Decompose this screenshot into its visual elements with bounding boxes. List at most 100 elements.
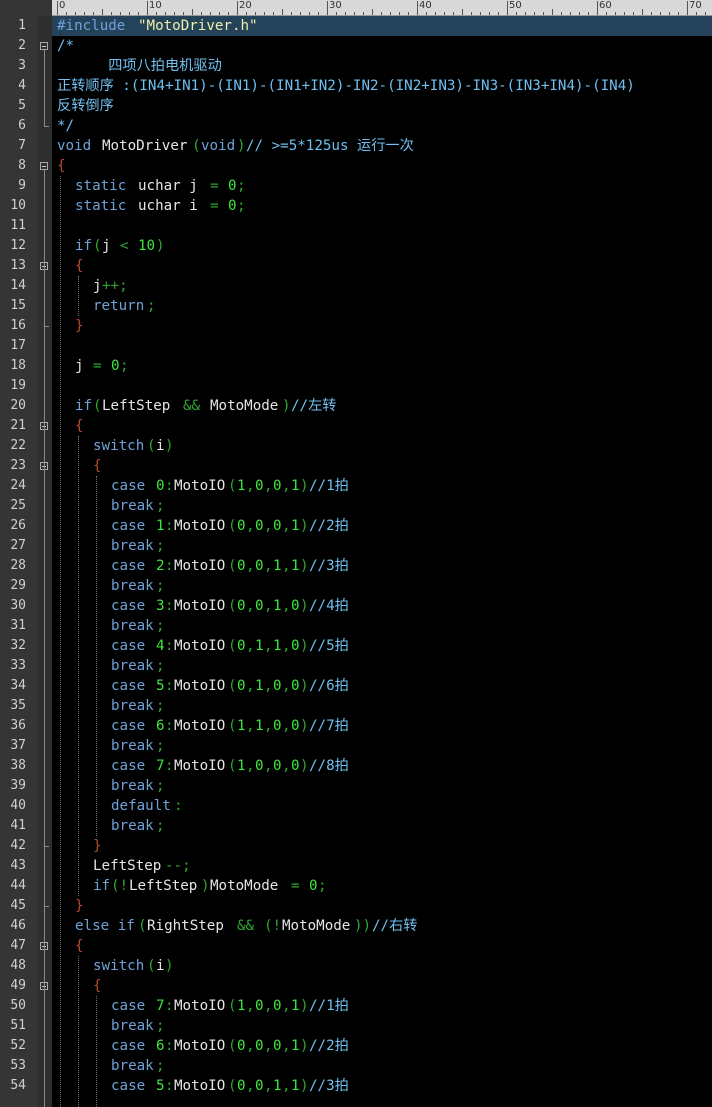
- code-token: ;: [156, 818, 165, 834]
- code-line[interactable]: [52, 376, 712, 396]
- ruler-tick: [579, 12, 580, 15]
- code-token: 7: [156, 758, 165, 774]
- ruler-tick: [399, 12, 400, 15]
- code-line[interactable]: switch(i): [52, 956, 712, 976]
- code-line[interactable]: case 7: MotoIO(1, 0, 0, 1)//1拍: [52, 996, 712, 1016]
- code-token: ;: [147, 298, 156, 314]
- fold-toggle-icon[interactable]: [40, 42, 48, 50]
- code-line[interactable]: case 6: MotoIO(1, 1, 0, 0)//7拍: [52, 716, 712, 736]
- ruler-tick: [525, 12, 526, 15]
- code-line[interactable]: static uchar j = 0;: [52, 176, 712, 196]
- code-line[interactable]: break;: [52, 736, 712, 756]
- code-token: break: [111, 498, 154, 514]
- line-number: 5: [18, 98, 26, 113]
- code-line[interactable]: else if(RightStep && (! MotoMode))//右转: [52, 916, 712, 936]
- code-token: (: [228, 1078, 237, 1094]
- code-token: 0: [291, 718, 300, 734]
- code-line[interactable]: break;: [52, 776, 712, 796]
- code-line[interactable]: {: [52, 256, 712, 276]
- code-line[interactable]: break;: [52, 696, 712, 716]
- code-line[interactable]: case 0: MotoIO(1, 0, 0, 1)//1拍: [52, 476, 712, 496]
- code-line[interactable]: /*: [52, 36, 712, 56]
- code-line[interactable]: break;: [52, 616, 712, 636]
- code-line[interactable]: break;: [52, 656, 712, 676]
- ruler-tick: [228, 12, 229, 15]
- code-line[interactable]: case 6: MotoIO(0, 0, 0, 1)//2拍: [52, 1036, 712, 1056]
- code-token: (: [228, 478, 237, 494]
- code-line[interactable]: if (! LeftStep) MotoMode = 0;: [52, 876, 712, 896]
- code-token: 1: [273, 1078, 282, 1094]
- code-token: 四项八拍电机驱动: [57, 58, 222, 74]
- code-token: "MotoDriver.h": [138, 18, 258, 34]
- code-line[interactable]: void MotoDriver(void)// >=5*125us 运行一次: [52, 136, 712, 156]
- code-line[interactable]: {: [52, 976, 712, 996]
- code-line[interactable]: if(j < 10): [52, 236, 712, 256]
- code-line[interactable]: }: [52, 836, 712, 856]
- code-line[interactable]: case 3: MotoIO(0, 0, 1, 0)//4拍: [52, 596, 712, 616]
- code-token: ,: [264, 478, 273, 494]
- code-line[interactable]: j = 0;: [52, 356, 712, 376]
- code-line[interactable]: case 2: MotoIO(0, 0, 1, 1)//3拍: [52, 556, 712, 576]
- ruler-tick: [588, 12, 589, 15]
- code-token: MotoIO: [174, 998, 226, 1014]
- code-token: 1: [255, 638, 264, 654]
- code-line[interactable]: default:: [52, 796, 712, 816]
- code-line[interactable]: case 5: MotoIO(0, 0, 1, 1)//3拍: [52, 1076, 712, 1096]
- ruler-tick: [318, 12, 319, 15]
- code-line[interactable]: break;: [52, 576, 712, 596]
- code-line[interactable]: case 1: MotoIO(0, 0, 0, 1)//2拍: [52, 516, 712, 536]
- code-line[interactable]: static uchar i = 0;: [52, 196, 712, 216]
- code-line[interactable]: [52, 216, 712, 236]
- code-line[interactable]: if(LeftStep && MotoMode)//左转: [52, 396, 712, 416]
- code-line[interactable]: break;: [52, 1016, 712, 1036]
- code-token: 0: [237, 1078, 246, 1094]
- code-line[interactable]: #include "MotoDriver.h": [52, 16, 712, 36]
- code-line[interactable]: [52, 336, 712, 356]
- ruler-tick: [696, 12, 697, 15]
- code-line[interactable]: switch(i): [52, 436, 712, 456]
- code-editor[interactable]: 1 2 3 4 5 6 7 8 9 10 11 12 13 14 15 16 17 18 19 20 21 22 23 24 2…: [0, 0, 712, 1107]
- code-line[interactable]: }: [52, 316, 712, 336]
- code-line[interactable]: break;: [52, 1056, 712, 1076]
- code-line[interactable]: {: [52, 936, 712, 956]
- code-line[interactable]: return;: [52, 296, 712, 316]
- code-token: 0: [237, 518, 246, 534]
- line-number: 2: [18, 38, 26, 53]
- code-token: case: [111, 598, 154, 614]
- code-token: 0: [255, 998, 264, 1014]
- indent-guide: [96, 996, 97, 1107]
- code-line[interactable]: case 5: MotoIO(0, 1, 0, 0)//6拍: [52, 676, 712, 696]
- code-line[interactable]: {: [52, 456, 712, 476]
- code-token: 0: [255, 758, 264, 774]
- code-token: break: [111, 1018, 154, 1034]
- line-number: 29: [10, 578, 26, 593]
- code-line[interactable]: case 4: MotoIO(0, 1, 1, 0)//5拍: [52, 636, 712, 656]
- code-text-area[interactable]: #include "MotoDriver.h" /* 四项八拍电机驱动正转顺序 :…: [52, 16, 712, 1107]
- ruler-tick: [372, 9, 373, 15]
- code-line[interactable]: break;: [52, 816, 712, 836]
- code-token: 1: [291, 1038, 300, 1054]
- code-token: 0: [273, 1038, 282, 1054]
- code-line[interactable]: 四项八拍电机驱动: [52, 56, 712, 76]
- code-token: case: [111, 1078, 154, 1094]
- code-line[interactable]: case 7: MotoIO(1, 0, 0, 0)//8拍: [52, 756, 712, 776]
- code-token: ): [165, 958, 174, 974]
- code-line[interactable]: */: [52, 116, 712, 136]
- line-number: 32: [10, 638, 26, 653]
- code-line[interactable]: break;: [52, 536, 712, 556]
- ruler-tick: [705, 12, 706, 15]
- code-line[interactable]: }: [52, 896, 712, 916]
- code-line[interactable]: LeftStep --;: [52, 856, 712, 876]
- code-line[interactable]: 反转倒序: [52, 96, 712, 116]
- code-token: break: [111, 658, 154, 674]
- fold-toggle-icon[interactable]: [40, 162, 48, 170]
- code-token: ): [300, 1038, 309, 1054]
- ruler-tick: [291, 12, 292, 15]
- ruler-tick: [615, 12, 616, 15]
- code-line[interactable]: {: [52, 416, 712, 436]
- code-line[interactable]: 正转顺序 :(IN4+IN1)-(IN1)-(IN1+IN2)-IN2-(IN2…: [52, 76, 712, 96]
- code-line[interactable]: break;: [52, 496, 712, 516]
- ruler-tick: [570, 12, 571, 15]
- code-line[interactable]: {: [52, 156, 712, 176]
- code-line[interactable]: j ++;: [52, 276, 712, 296]
